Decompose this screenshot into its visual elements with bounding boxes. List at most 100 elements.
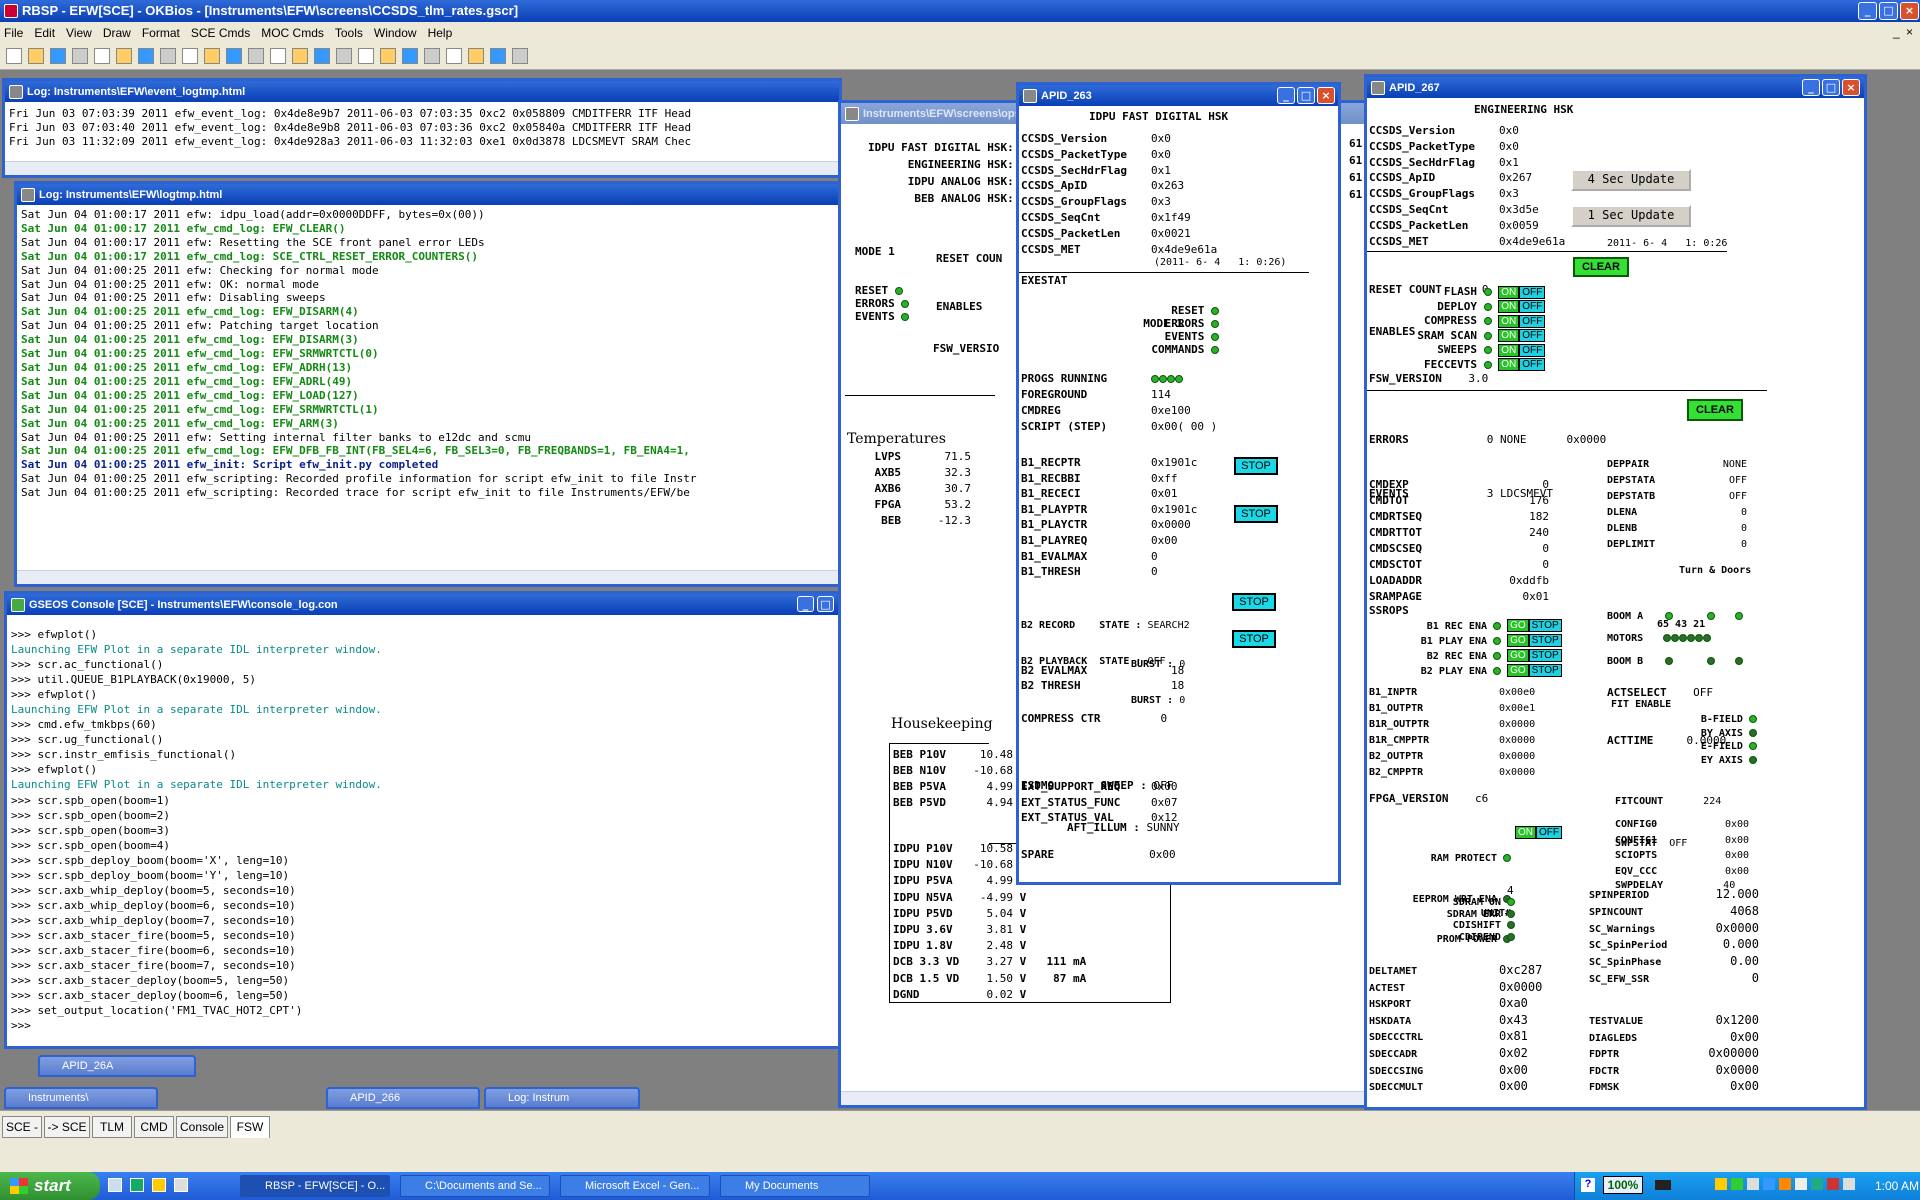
print-icon[interactable]	[72, 48, 88, 64]
hand-icon[interactable]	[424, 48, 440, 64]
4-sec-update-button[interactable]: 4 Sec Update	[1571, 169, 1691, 191]
task-documents[interactable]: C:\Documents and Se...	[400, 1175, 550, 1197]
apid-263-close-button[interactable]: ×	[1317, 87, 1335, 104]
text-tool-icon[interactable]	[358, 48, 374, 64]
ssr-go-stop-toggle[interactable]: GO STOP	[1507, 649, 1562, 663]
minimize-button[interactable]: _	[1858, 2, 1877, 20]
bitmap-icon[interactable]	[314, 48, 330, 64]
horizontal-scrollbar[interactable]	[17, 570, 839, 584]
console-minimize-button[interactable]: _	[797, 596, 814, 612]
reset-count-clear-button[interactable]: CLEAR	[1573, 257, 1629, 277]
copy-icon[interactable]	[138, 48, 154, 64]
menu-item[interactable]: View	[66, 26, 92, 40]
tray-icon[interactable]	[1779, 1178, 1791, 1190]
tray-icon[interactable]	[1811, 1178, 1823, 1190]
open-icon[interactable]	[28, 48, 44, 64]
mdi-close-icon[interactable]: ×	[1906, 25, 1913, 39]
data-icon[interactable]	[380, 48, 396, 64]
enable-toggle[interactable]: ON OFF	[1498, 300, 1546, 314]
check-icon[interactable]	[270, 48, 286, 64]
bottom-tab[interactable]: CMD	[134, 1116, 174, 1138]
enable-toggle[interactable]: ON OFF	[1498, 314, 1546, 328]
apid-267-close-button[interactable]: ×	[1842, 79, 1860, 96]
horizontal-scrollbar[interactable]	[5, 161, 839, 175]
undo-icon[interactable]	[94, 48, 110, 64]
ram-protect-toggle[interactable]: ON OFF	[1515, 826, 1562, 839]
tray-icon[interactable]	[1827, 1178, 1839, 1190]
menu-item[interactable]: Help	[428, 26, 453, 40]
menu-item[interactable]: MOC Cmds	[261, 26, 324, 40]
show-desktop-icon[interactable]	[108, 1178, 122, 1192]
minimized-apid-26a[interactable]: APID_26A	[38, 1055, 196, 1077]
task-rbsp[interactable]: RBSP - EFW[SCE] - O...	[240, 1175, 390, 1197]
enable-toggle[interactable]: ON OFF	[1498, 358, 1546, 372]
button-icon[interactable]	[402, 48, 418, 64]
b1-play-stop-button[interactable]: STOP	[1234, 505, 1278, 523]
bottom-tab[interactable]: Console	[176, 1116, 228, 1138]
quick-launch-icon[interactable]	[174, 1178, 188, 1192]
mdi-minimize-icon[interactable]: _	[1893, 25, 1900, 39]
menu-item[interactable]: Tools	[335, 26, 363, 40]
power-icon[interactable]	[1655, 1180, 1671, 1190]
b2-playback-stop-button[interactable]: STOP	[1232, 630, 1276, 648]
tray-icon[interactable]	[1731, 1178, 1743, 1190]
minimized-log-instrum[interactable]: Log: Instrum	[484, 1087, 640, 1109]
console-maximize-button[interactable]: □	[817, 596, 834, 612]
ssr-go-stop-toggle[interactable]: GO STOP	[1507, 664, 1562, 678]
maximize-button[interactable]: □	[1879, 2, 1898, 20]
enable-toggle[interactable]: ON OFF	[1498, 343, 1546, 357]
ssr-go-stop-toggle[interactable]: GO STOP	[1507, 634, 1562, 648]
bottom-tab[interactable]: TLM	[92, 1116, 132, 1138]
minimized-apid-266[interactable]: APID_266	[326, 1087, 480, 1109]
close-button[interactable]: ×	[1900, 2, 1919, 20]
menu-item[interactable]: Window	[374, 26, 417, 40]
help-icon[interactable]: ?	[1581, 1178, 1595, 1192]
menu-item[interactable]: Draw	[103, 26, 131, 40]
apid-267-minimize-button[interactable]: _	[1802, 79, 1820, 96]
console-line: >>> scr.spb_deploy_boom(boom='X', leng=1…	[11, 853, 290, 867]
bottom-tab[interactable]: FSW	[230, 1116, 270, 1138]
zoom-indicator[interactable]: 100%	[1603, 1176, 1643, 1194]
tray-icon[interactable]	[1795, 1178, 1807, 1190]
enable-toggle[interactable]: ON OFF	[1498, 285, 1546, 299]
enable-toggle[interactable]: ON OFF	[1498, 329, 1546, 343]
errors-clear-button[interactable]: CLEAR	[1687, 399, 1743, 421]
menu-item[interactable]: Edit	[34, 26, 55, 40]
text-icon[interactable]	[248, 48, 264, 64]
menu-item[interactable]: File	[4, 26, 23, 40]
quick-launch-icon[interactable]	[130, 1178, 144, 1192]
pointer-icon[interactable]	[336, 48, 352, 64]
delete-icon[interactable]	[182, 48, 198, 64]
volume-icon[interactable]	[1843, 1178, 1855, 1190]
shield-icon[interactable]	[1715, 1178, 1727, 1190]
tray-icon[interactable]	[1747, 1178, 1759, 1190]
tray-icon[interactable]	[1763, 1178, 1775, 1190]
apid-263-minimize-button[interactable]: _	[1277, 87, 1295, 104]
minimized-instruments[interactable]: Instruments\	[4, 1087, 158, 1109]
window-icon[interactable]	[490, 48, 506, 64]
bottom-tab[interactable]: -> SCE	[44, 1116, 90, 1138]
horizontal-scrollbar[interactable]	[841, 1091, 1365, 1105]
menu-item[interactable]: Format	[142, 26, 180, 40]
apid-267-maximize-button[interactable]: □	[1822, 79, 1840, 96]
window2-icon[interactable]	[512, 48, 528, 64]
image-icon[interactable]	[292, 48, 308, 64]
b1-rec-stop-button[interactable]: STOP	[1234, 457, 1278, 475]
b2-record-stop-button[interactable]: STOP	[1232, 593, 1276, 611]
redo-icon[interactable]	[116, 48, 132, 64]
1-sec-update-button[interactable]: 1 Sec Update	[1571, 205, 1691, 227]
info-icon[interactable]	[226, 48, 242, 64]
paste-icon[interactable]	[160, 48, 176, 64]
new-icon[interactable]	[6, 48, 22, 64]
warning-icon[interactable]	[204, 48, 220, 64]
ssr-go-stop-toggle[interactable]: GO STOP	[1507, 619, 1562, 632]
menu-item[interactable]: SCE Cmds	[191, 26, 250, 40]
quick-launch-icon[interactable]	[152, 1178, 166, 1192]
save-icon[interactable]	[50, 48, 66, 64]
task-my-documents[interactable]: My Documents	[720, 1175, 870, 1197]
zoom-out-icon[interactable]	[468, 48, 484, 64]
task-excel[interactable]: Microsoft Excel - Gen...	[560, 1175, 710, 1197]
zoom-icon[interactable]	[446, 48, 462, 64]
apid-263-maximize-button[interactable]: □	[1297, 87, 1315, 104]
bottom-tab[interactable]: SCE ->	[2, 1116, 42, 1154]
